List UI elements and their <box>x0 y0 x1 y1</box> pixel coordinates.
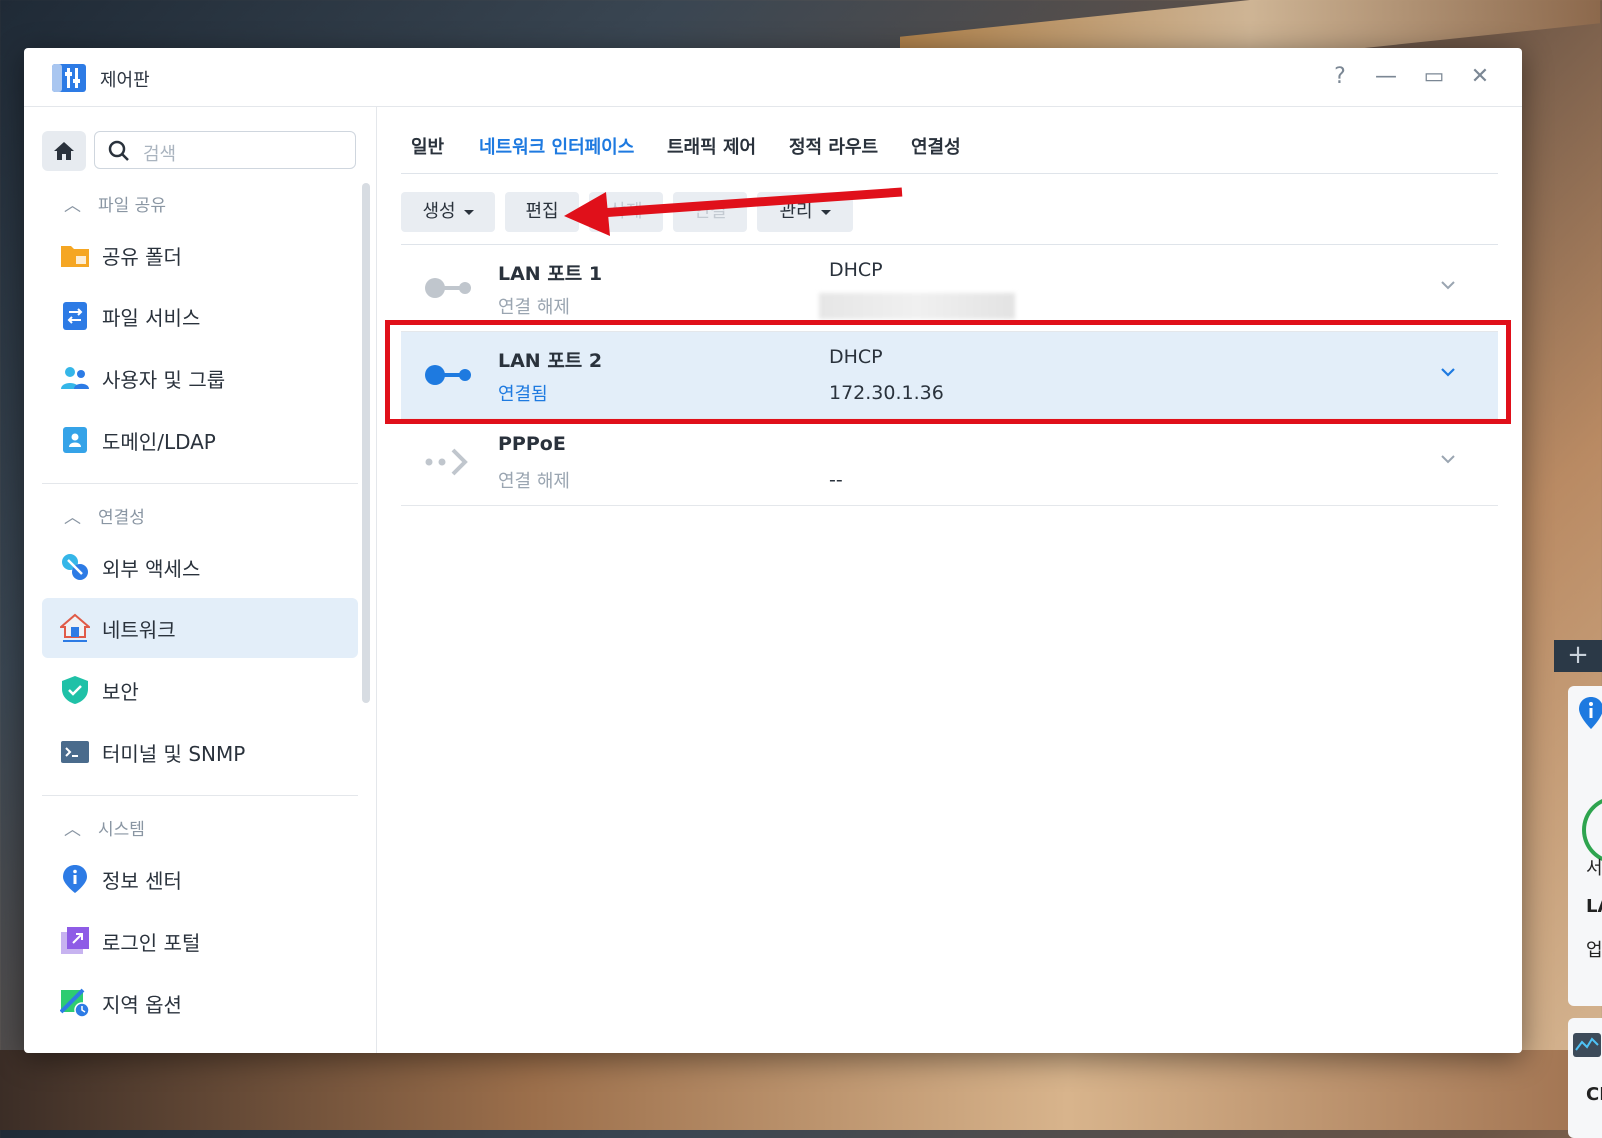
widget-text: CF <box>1586 1084 1602 1105</box>
title-bar: 제어판 ? — ▭ ✕ <box>24 48 1522 107</box>
minimize-button[interactable]: — <box>1371 62 1401 92</box>
interface-row-pppoe[interactable]: PPPoE 연결 해제 -- <box>401 419 1498 506</box>
sidebar-item-external-access[interactable]: 외부 액세스 <box>42 537 358 597</box>
interface-name: LAN 포트 1 <box>498 263 603 285</box>
external-access-icon <box>62 554 88 580</box>
sidebar-item-label: 외부 액세스 <box>102 557 201 581</box>
arrow-annotation <box>564 187 903 236</box>
info-icon <box>63 865 87 893</box>
interface-row-lan1[interactable]: LAN 포트 1 연결 해제 DHCP <box>401 245 1498 332</box>
chevron-down-icon[interactable] <box>1438 449 1458 469</box>
chevron-up-icon: ︿ <box>64 820 81 840</box>
tab-general[interactable]: 일반 <box>411 133 444 159</box>
caret-down-icon <box>463 209 474 215</box>
pppoe-icon <box>425 448 468 476</box>
sidebar-scrollbar[interactable] <box>362 183 370 703</box>
file-services-icon <box>63 302 87 330</box>
sidebar-item-label: 지역 옵션 <box>102 993 182 1017</box>
interface-type: DHCP <box>829 259 883 281</box>
sidebar-item-security[interactable]: 보안 <box>42 660 358 720</box>
tab-connectivity[interactable]: 연결성 <box>911 133 961 159</box>
sidebar-item-label: 보안 <box>102 680 139 704</box>
search-placeholder: 검색 <box>143 144 177 165</box>
home-button[interactable] <box>42 131 86 171</box>
search-input[interactable]: 검색 <box>94 131 356 169</box>
edit-label: 편집 <box>525 201 559 222</box>
section-header-file-sharing[interactable]: ︿ 파일 공유 <box>64 191 166 216</box>
chevron-up-icon: ︿ <box>64 196 81 216</box>
sidebar: 검색 ︿ 파일 공유 공유 폴더 파일 서비스 사용자 및 그룹 도메인/LDAP… <box>24 107 377 1053</box>
interface-ip: -- <box>829 469 843 491</box>
tab-traffic-control[interactable]: 트래픽 제어 <box>667 133 756 159</box>
folder-icon <box>61 246 89 267</box>
shield-icon <box>62 676 88 704</box>
search-icon <box>108 140 129 161</box>
section-title: 파일 공유 <box>98 196 166 216</box>
section-header-connectivity[interactable]: ︿ 연결성 <box>64 503 145 528</box>
users-icon <box>61 367 89 389</box>
maximize-button[interactable]: ▭ <box>1419 62 1449 92</box>
lan-port-icon <box>425 278 471 298</box>
sidebar-item-info-center[interactable]: 정보 센터 <box>42 849 358 909</box>
help-button[interactable]: ? <box>1325 62 1355 92</box>
sidebar-item-network[interactable]: 네트워크 <box>42 598 358 658</box>
highlight-annotation <box>385 320 1511 424</box>
chevron-down-icon[interactable] <box>1438 275 1458 295</box>
widget-text: 서 <box>1586 858 1602 879</box>
section-header-system[interactable]: ︿ 시스템 <box>64 815 145 840</box>
interface-name: PPPoE <box>498 433 566 455</box>
tab-network-interface[interactable]: 네트워크 인터페이스 <box>479 133 634 159</box>
sidebar-item-shared-folder[interactable]: 공유 폴더 <box>42 225 358 285</box>
sidebar-item-regional-options[interactable]: 지역 옵션 <box>42 973 358 1033</box>
widget-text: LA <box>1586 896 1602 917</box>
interface-status: 연결 해제 <box>498 297 570 318</box>
login-portal-icon <box>61 927 89 954</box>
interface-status: 연결 해제 <box>498 471 570 492</box>
network-icon <box>60 613 90 642</box>
sidebar-item-label: 터미널 및 SNMP <box>102 742 246 766</box>
terminal-icon <box>61 741 89 763</box>
sidebar-item-label: 도메인/LDAP <box>102 430 216 454</box>
create-label: 생성 <box>422 201 456 222</box>
info-icon <box>1579 697 1602 729</box>
sidebar-item-users-groups[interactable]: 사용자 및 그룹 <box>42 348 358 408</box>
tab-bar: 일반 네트워크 인터페이스 트래픽 제어 정적 라우트 연결성 <box>401 107 1498 174</box>
home-icon <box>54 142 74 160</box>
sidebar-item-login-portal[interactable]: 로그인 포털 <box>42 911 358 971</box>
desktop-widget-panel: + 서 LA 업 CF <box>1554 640 1602 1138</box>
sidebar-item-label: 파일 서비스 <box>102 306 201 330</box>
sidebar-item-file-services[interactable]: 파일 서비스 <box>42 286 358 346</box>
widget-text: 업 <box>1586 940 1602 961</box>
sidebar-item-terminal-snmp[interactable]: 터미널 및 SNMP <box>42 722 358 782</box>
main-content: 일반 네트워크 인터페이스 트래픽 제어 정적 라우트 연결성 생성 편집 삭제… <box>377 107 1522 1053</box>
section-title: 연결성 <box>98 508 145 528</box>
section-divider <box>42 483 358 484</box>
sidebar-item-label: 로그인 포털 <box>102 931 201 955</box>
sidebar-item-label: 네트워크 <box>102 618 176 642</box>
background-floor <box>0 1050 1602 1130</box>
sidebar-item-label: 정보 센터 <box>102 869 182 893</box>
sidebar-item-domain-ldap[interactable]: 도메인/LDAP <box>42 410 358 470</box>
control-panel-icon <box>52 64 86 92</box>
blurred-ip <box>819 293 1015 319</box>
section-title: 시스템 <box>98 820 145 840</box>
section-divider <box>42 795 358 796</box>
sidebar-item-label: 사용자 및 그룹 <box>102 368 226 392</box>
close-button[interactable]: ✕ <box>1465 62 1495 92</box>
regional-options-icon <box>60 988 90 1018</box>
widget-card: CF <box>1568 1018 1602 1138</box>
sidebar-item-label: 공유 폴더 <box>102 245 182 269</box>
window-title: 제어판 <box>100 70 150 91</box>
domain-icon <box>63 427 87 453</box>
monitor-icon <box>1573 1033 1601 1057</box>
tab-static-route[interactable]: 정적 라우트 <box>789 133 878 159</box>
chevron-up-icon: ︿ <box>64 508 81 528</box>
widget-add-button[interactable]: + <box>1554 640 1602 672</box>
create-button[interactable]: 생성 <box>401 192 495 232</box>
widget-card: 서 LA 업 <box>1568 686 1602 1006</box>
